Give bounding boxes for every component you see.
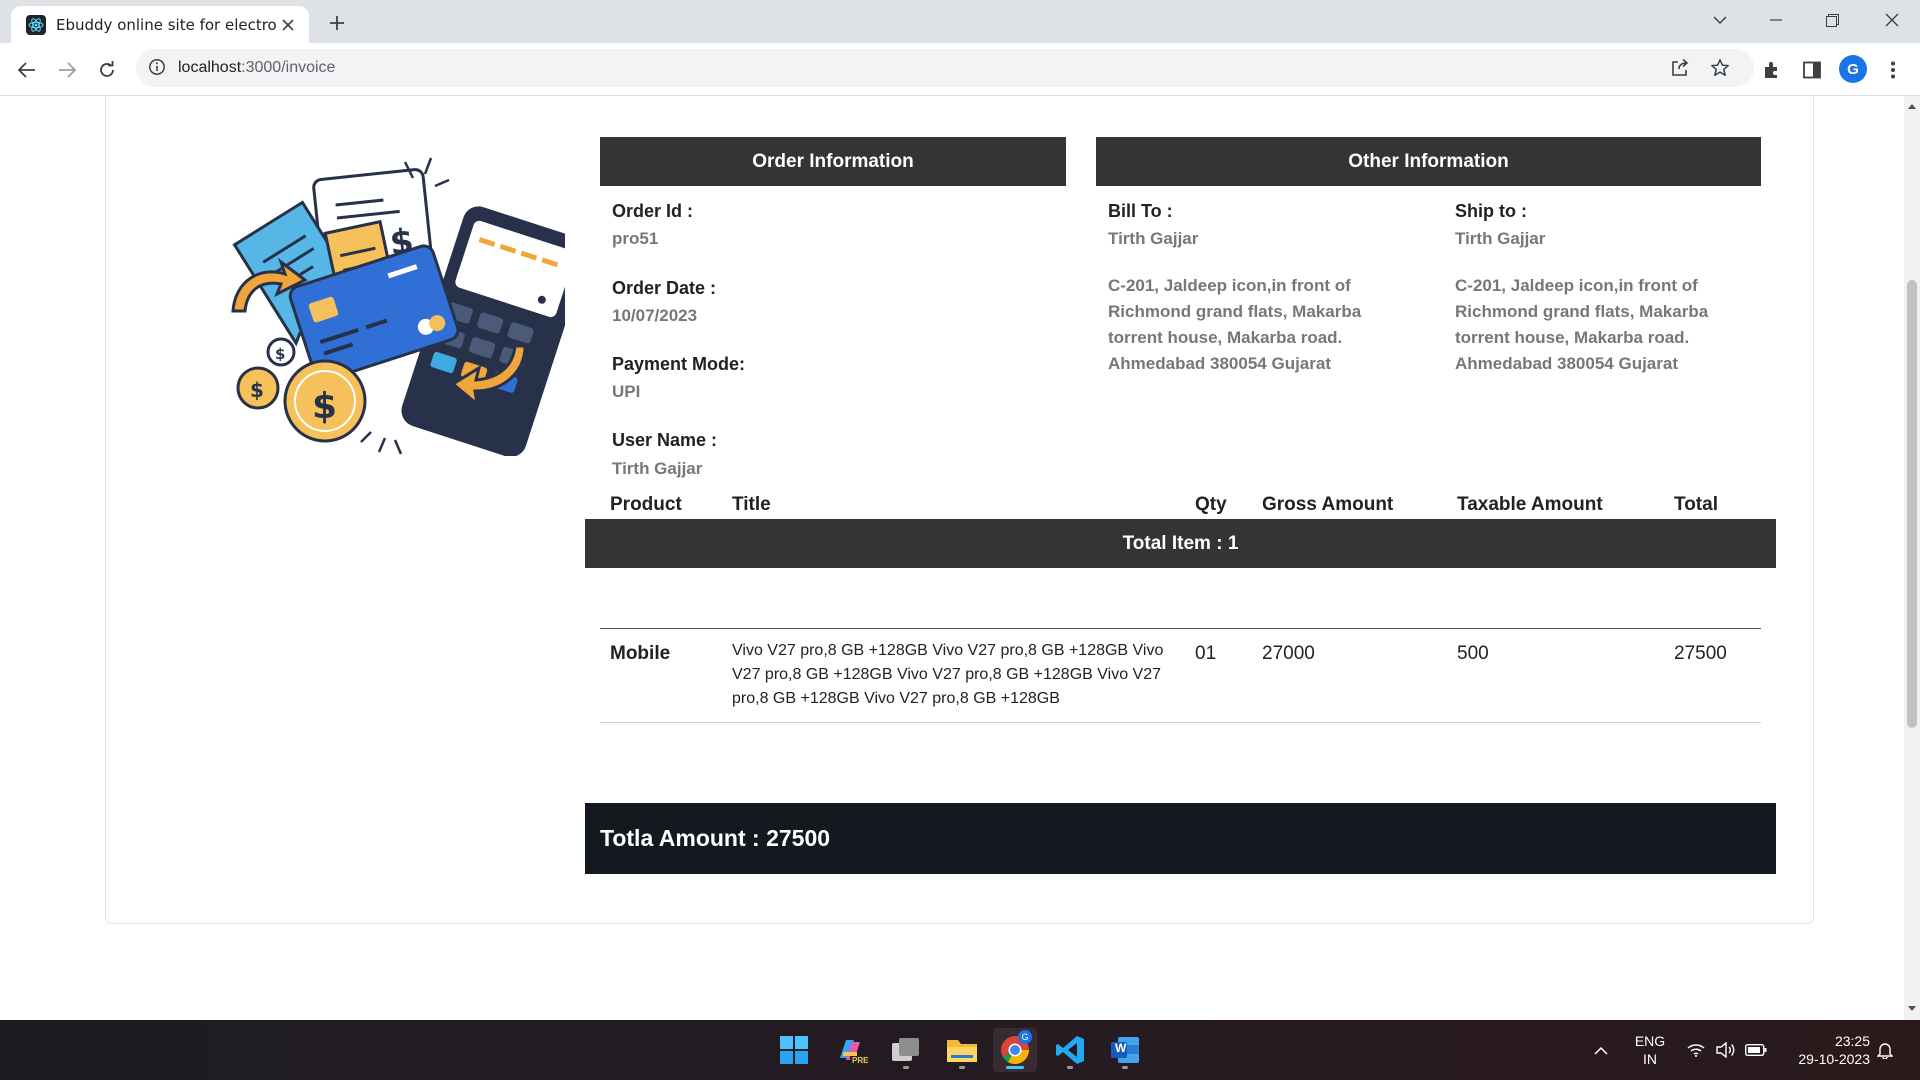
scroll-up-arrow[interactable] <box>1908 104 1916 109</box>
copilot-badge: PRE <box>850 1056 871 1065</box>
payment-mode-value: UPI <box>612 382 641 401</box>
active-indicator <box>1006 1066 1024 1069</box>
forward-icon[interactable] <box>51 54 83 86</box>
kebab-menu-icon[interactable] <box>1877 54 1909 86</box>
browser-tab[interactable]: Ebuddy online site for electronic <box>11 6 309 43</box>
word-letter: W <box>1115 1041 1127 1055</box>
running-indicator <box>959 1066 965 1069</box>
order-date-value: 10/07/2023 <box>612 306 698 325</box>
running-indicator <box>1067 1066 1073 1069</box>
browser-tab-strip: Ebuddy online site for electronic <box>0 0 1920 43</box>
chrome-icon[interactable]: G <box>993 1028 1037 1072</box>
windows-start-icon[interactable] <box>772 1028 816 1072</box>
col-taxable-amount: Taxable Amount <box>1457 494 1603 515</box>
table-row-divider <box>600 722 1761 723</box>
scroll-thumb[interactable] <box>1907 280 1917 728</box>
user-name-value: Tirth Gajjar <box>612 459 703 478</box>
tab-title: Ebuddy online site for electronic <box>56 15 277 34</box>
svg-text:$: $ <box>312 386 337 427</box>
bill-to-label: Bill To : <box>1108 201 1173 221</box>
col-qty: Qty <box>1195 494 1227 515</box>
ship-to-name: Tirth Gajjar <box>1455 229 1546 248</box>
running-indicator <box>1122 1066 1128 1069</box>
file-explorer-icon[interactable] <box>940 1028 984 1072</box>
info-icon[interactable] <box>148 58 168 78</box>
restore-icon[interactable] <box>1804 0 1860 40</box>
taskbar: PRE G W ENG IN 23:25 29-10-2023 <box>0 1020 1920 1080</box>
ship-to-address: C-201, Jaldeep icon,in front of Richmond… <box>1455 276 1709 373</box>
star-icon[interactable] <box>1706 54 1734 82</box>
col-gross-amount: Gross Amount <box>1262 494 1394 515</box>
reload-icon[interactable] <box>91 54 123 86</box>
svg-text:$: $ <box>275 345 285 363</box>
minimize-icon[interactable] <box>1748 0 1804 40</box>
row-qty: 01 <box>1195 643 1217 664</box>
url-path: :3000/invoice <box>241 59 336 76</box>
table-header-divider <box>600 628 1761 629</box>
running-indicator <box>903 1066 909 1069</box>
bill-to-name: Tirth Gajjar <box>1108 229 1199 248</box>
back-icon[interactable] <box>11 54 43 86</box>
svg-text:$: $ <box>250 378 264 402</box>
chrome-profile-badge: G <box>1018 1030 1032 1044</box>
side-panel-icon[interactable] <box>1796 54 1828 86</box>
clock-time: 23:25 <box>1834 1033 1870 1049</box>
extensions-icon[interactable] <box>1756 54 1788 86</box>
language-code: ENG <box>1634 1033 1666 1049</box>
chevron-down-icon[interactable] <box>1692 0 1748 40</box>
col-title: Title <box>732 494 771 515</box>
order-id-label: Order Id : <box>612 201 694 221</box>
row-taxable-amount: 500 <box>1457 643 1489 664</box>
share-icon[interactable] <box>1666 54 1694 82</box>
clock[interactable]: 23:25 29-10-2023 <box>1780 1032 1870 1068</box>
scroll-down-arrow[interactable] <box>1908 1006 1916 1011</box>
close-window-icon[interactable] <box>1864 0 1920 40</box>
row-title: Vivo V27 pro,8 GB +128GB Vivo V27 pro,8 … <box>732 642 1164 707</box>
col-total: Total <box>1674 494 1718 515</box>
vscode-icon[interactable] <box>1048 1028 1092 1072</box>
task-view-icon[interactable] <box>884 1028 928 1072</box>
region-code: IN <box>1643 1051 1657 1067</box>
other-info-header: Other Information <box>1096 137 1761 186</box>
plus-icon[interactable] <box>323 9 351 37</box>
payment-illustration: $ $ $ $ <box>231 157 565 456</box>
bill-to-address: C-201, Jaldeep icon,in front of Richmond… <box>1108 276 1362 373</box>
row-gross-amount: 27000 <box>1262 643 1315 664</box>
chevron-up-icon[interactable] <box>1590 1040 1612 1060</box>
clock-date: 29-10-2023 <box>1798 1051 1870 1067</box>
payment-mode-label: Payment Mode: <box>612 354 746 374</box>
total-items-header: Total Item : 1 <box>585 519 1776 568</box>
col-product: Product <box>610 494 682 515</box>
row-product: Mobile <box>610 643 671 664</box>
avatar[interactable]: G <box>1839 55 1867 83</box>
word-icon[interactable]: W <box>1103 1028 1147 1072</box>
page-scrollbar[interactable] <box>1904 96 1920 1020</box>
order-id-value: pro51 <box>612 229 659 248</box>
url-host: localhost <box>178 59 242 76</box>
total-amount-bar: Totla Amount : 27500 <box>585 803 1776 874</box>
browser-toolbar: localhost:3000/invoice G <box>0 43 1920 96</box>
ship-to-label: Ship to : <box>1455 201 1527 221</box>
address-bar[interactable]: localhost:3000/invoice <box>136 49 1754 87</box>
copilot-icon[interactable]: PRE <box>828 1028 872 1072</box>
url-text: localhost:3000/invoice <box>178 59 335 77</box>
react-favicon <box>26 14 46 35</box>
close-icon[interactable] <box>277 14 299 36</box>
bell-icon[interactable] <box>1874 1040 1896 1060</box>
volume-icon[interactable] <box>1715 1040 1737 1060</box>
row-total: 27500 <box>1674 643 1727 664</box>
order-date-label: Order Date : <box>612 278 717 298</box>
battery-icon[interactable] <box>1745 1040 1767 1060</box>
wifi-icon[interactable] <box>1685 1040 1707 1060</box>
order-info-header: Order Information <box>600 137 1066 186</box>
user-name-label: User Name : <box>612 430 718 450</box>
language-indicator[interactable]: ENG IN <box>1630 1032 1670 1068</box>
